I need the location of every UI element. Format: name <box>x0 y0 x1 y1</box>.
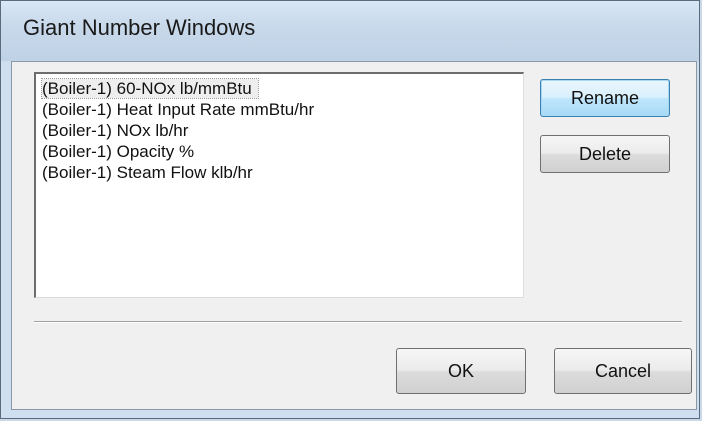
list-item[interactable]: (Boiler-1) NOx lb/hr <box>36 120 523 141</box>
list-item[interactable]: (Boiler-1) Opacity % <box>36 141 523 162</box>
list-item[interactable]: (Boiler-1) Steam Flow klb/hr <box>36 162 523 183</box>
window-title: Giant Number Windows <box>23 15 256 40</box>
title-bar[interactable]: Giant Number Windows <box>1 1 699 61</box>
list-item[interactable]: (Boiler-1) 60-NOx lb/mmBtu <box>36 78 523 99</box>
separator-line <box>34 321 682 323</box>
cancel-button[interactable]: Cancel <box>554 348 692 394</box>
ok-button[interactable]: OK <box>396 348 526 394</box>
rename-button[interactable]: Rename <box>540 79 670 117</box>
list-item-label: (Boiler-1) NOx lb/hr <box>42 121 189 140</box>
list-item-label: (Boiler-1) Opacity % <box>42 142 195 161</box>
list-item-label: (Boiler-1) Steam Flow klb/hr <box>42 163 253 182</box>
dialog-window: Giant Number Windows (Boiler-1) 60-NOx l… <box>0 0 700 419</box>
windows-listbox[interactable]: (Boiler-1) 60-NOx lb/mmBtu (Boiler-1) He… <box>34 72 524 298</box>
dialog-body: (Boiler-1) 60-NOx lb/mmBtu (Boiler-1) He… <box>11 61 697 410</box>
list-item[interactable]: (Boiler-1) Heat Input Rate mmBtu/hr <box>36 99 523 120</box>
list-item-label: (Boiler-1) 60-NOx lb/mmBtu <box>41 78 259 99</box>
delete-button[interactable]: Delete <box>540 135 670 173</box>
list-item-label: (Boiler-1) Heat Input Rate mmBtu/hr <box>42 100 315 119</box>
